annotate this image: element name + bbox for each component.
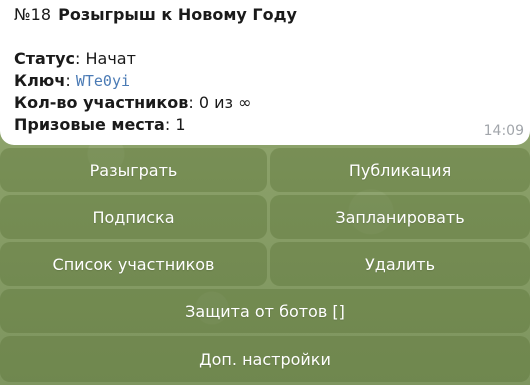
giveaway-number: №18: [14, 5, 51, 24]
key-row: Ключ: WTe0yi: [14, 71, 131, 90]
extra-settings-button[interactable]: Доп. настройки: [0, 336, 530, 382]
status-value: Начат: [85, 49, 136, 68]
participants-list-button[interactable]: Список участников: [0, 242, 267, 286]
status-row: Статус: Начат: [14, 49, 136, 68]
bot-protection-button[interactable]: Защита от ботов []: [0, 289, 530, 333]
participants-label: Кол-во участников: [14, 93, 189, 112]
message-time: 14:09: [483, 123, 524, 139]
status-label: Статус: [14, 49, 75, 68]
key-value[interactable]: WTe0yi: [76, 72, 130, 90]
prizes-row: Призовые места: 1: [14, 115, 186, 134]
participants-value: 0 из ∞: [198, 93, 252, 112]
subscription-button[interactable]: Подписка: [0, 195, 267, 239]
delete-button[interactable]: Удалить: [270, 242, 530, 286]
prizes-label: Призовые места: [14, 115, 165, 134]
key-label: Ключ: [14, 71, 66, 90]
participants-row: Кол-во участников: 0 из ∞: [14, 93, 252, 112]
message-bubble: №18 Розыгрыш к Новому Году Статус: Начат…: [0, 0, 530, 145]
schedule-button[interactable]: Запланировать: [270, 195, 530, 239]
prizes-value: 1: [175, 115, 186, 134]
draw-button[interactable]: Разыграть: [0, 148, 267, 192]
giveaway-title: Розыгрыш к Новому Году: [58, 5, 297, 24]
publish-button[interactable]: Публикация: [270, 148, 530, 192]
message-title: №18 Розыгрыш к Новому Году: [14, 4, 516, 26]
